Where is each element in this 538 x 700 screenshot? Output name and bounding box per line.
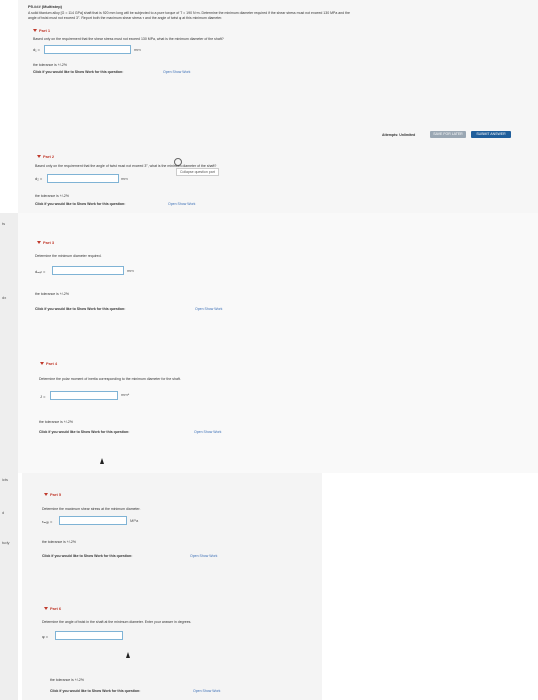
part-1-answer-input[interactable] xyxy=(44,45,131,54)
collapse-tooltip: Collapse question part xyxy=(176,168,219,176)
part-3-header[interactable]: Part 3 xyxy=(37,240,54,245)
part-4-show-work-link[interactable]: Open Show Work xyxy=(194,430,221,435)
part-2-answer-input[interactable] xyxy=(47,174,119,183)
part-2-show-work-link[interactable]: Open Show Work xyxy=(168,202,195,207)
part-6-show-work-prompt: Click if you would like to Show Work for… xyxy=(50,689,141,693)
part-5-show-work-link[interactable]: Open Show Work xyxy=(190,554,217,559)
part-6-answer-input[interactable] xyxy=(55,631,123,640)
chevron-down-icon xyxy=(44,607,48,611)
part-4-answer-input[interactable] xyxy=(50,391,118,400)
part-1-show-work-link[interactable]: Open Show Work xyxy=(163,70,190,75)
part-4-symbol: J = xyxy=(40,394,46,399)
chevron-down-icon xyxy=(33,29,37,33)
part-2-symbol: d₂ = xyxy=(35,176,43,181)
left-strip-text: tudy xyxy=(2,540,10,545)
part-5-symbol: τₘₐₓ = xyxy=(42,519,53,524)
part-4-question: Determine the polar moment of inertia co… xyxy=(39,377,181,381)
mouse-cursor-icon xyxy=(126,652,130,658)
part-6-symbol: φ = xyxy=(42,634,49,639)
part-5-answer-input[interactable] xyxy=(59,516,127,525)
chevron-down-icon xyxy=(37,155,41,159)
part-5-question: Determine the maximum shear stress at th… xyxy=(42,507,141,511)
part-3-show-work-prompt: Click if you would like to Show Work for… xyxy=(35,307,126,311)
part-3-show-work-link[interactable]: Open Show Work xyxy=(195,307,222,312)
part-4-tolerance: the tolerance is +/-2% xyxy=(39,420,73,424)
part-1-unit: mm xyxy=(134,47,141,52)
part-3-answer-input[interactable] xyxy=(52,266,124,275)
part-5-header[interactable]: Part 5 xyxy=(44,492,61,497)
part-3-symbol: dₘᵢₙ = xyxy=(35,269,46,274)
part-1-tolerance: the tolerance is +/-2% xyxy=(33,63,67,67)
left-strip-text: ts xyxy=(2,221,6,226)
part-4-unit: mm⁴ xyxy=(121,392,130,397)
part-1-show-work-prompt: Click if you would like to Show Work for… xyxy=(33,70,124,74)
submit-answer-button[interactable]: SUBMIT ANSWER xyxy=(471,131,511,138)
part-6-header[interactable]: Part 6 xyxy=(44,606,61,611)
part-1-symbol: d₁ = xyxy=(33,47,41,52)
chevron-down-icon xyxy=(37,241,41,245)
part-2-unit: mm xyxy=(121,176,128,181)
part-3-tolerance: the tolerance is +/-2% xyxy=(35,292,69,296)
part-4-header[interactable]: Part 4 xyxy=(40,361,57,366)
save-for-later-button[interactable]: SAVE FOR LATER xyxy=(430,131,466,138)
attempts-label: Attempts: Unlimited xyxy=(382,133,416,137)
problem-title: P5.### (Multistep) xyxy=(28,4,63,9)
part-6-question: Determine the angle of twist in the shaf… xyxy=(42,620,192,624)
problem-statement-line2: angle of twist must not exceed 3°. Repor… xyxy=(28,16,223,20)
chevron-down-icon xyxy=(44,493,48,497)
part-3-unit: mm xyxy=(127,268,134,273)
part-5-show-work-prompt: Click if you would like to Show Work for… xyxy=(42,554,133,558)
left-strip-text: icts xyxy=(2,477,8,482)
part-1-header[interactable]: Part 1 xyxy=(33,28,50,33)
left-strip-text: dx xyxy=(2,295,7,300)
chevron-down-icon xyxy=(40,362,44,366)
part-6-show-work-link[interactable]: Open Show Work xyxy=(193,689,220,694)
left-cropped-panel: ts dx icts d tudy xyxy=(0,213,18,700)
part-5-unit: MPa xyxy=(130,518,139,523)
mouse-cursor-icon xyxy=(100,458,104,464)
left-strip-text: d xyxy=(2,510,5,515)
part-1-question: Based only on the requirement that the s… xyxy=(33,37,224,41)
part-5-tolerance: the tolerance is +/-2% xyxy=(42,540,76,544)
part-4-show-work-prompt: Click if you would like to Show Work for… xyxy=(39,430,130,434)
part-2-show-work-prompt: Click if you would like to Show Work for… xyxy=(35,202,126,206)
part-2-tolerance: the tolerance is +/-2% xyxy=(35,194,69,198)
part-6-tolerance: the tolerance is +/-2% xyxy=(50,678,84,682)
part-2-header[interactable]: Part 2 xyxy=(37,154,54,159)
part-3-question: Determine the minimum diameter required. xyxy=(35,254,102,258)
